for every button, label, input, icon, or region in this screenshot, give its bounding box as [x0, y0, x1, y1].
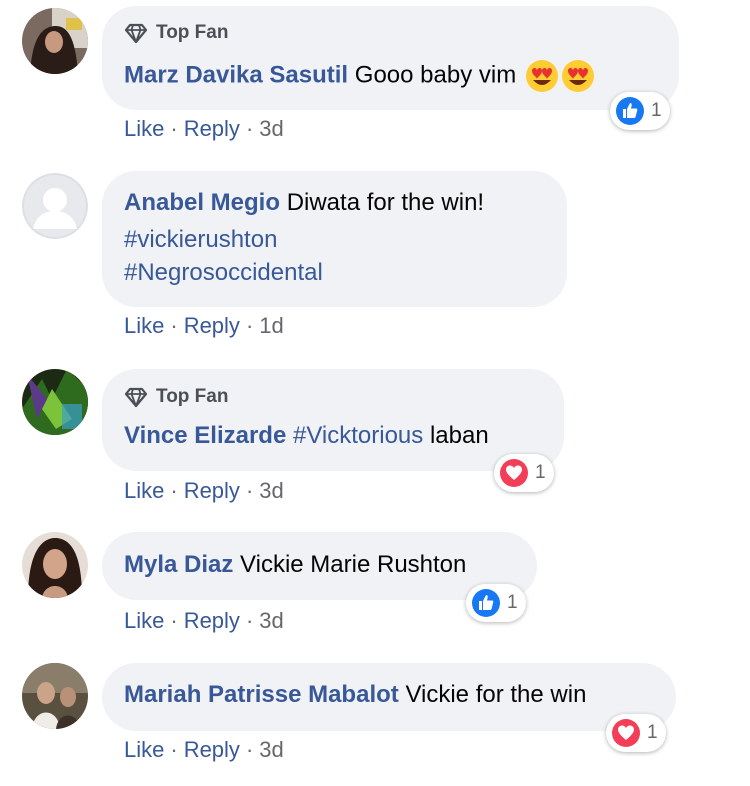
love-reaction-icon — [612, 719, 640, 747]
hashtag-link[interactable]: #vickierushton — [124, 225, 277, 255]
like-link[interactable]: Like — [124, 116, 164, 141]
separator: · — [170, 116, 178, 141]
heart-eyes-emoji-icon — [561, 60, 594, 92]
like-link[interactable]: Like — [124, 478, 164, 503]
reaction-count[interactable]: 1 — [610, 92, 670, 130]
like-link[interactable]: Like — [124, 608, 164, 633]
timestamp[interactable]: 3d — [259, 116, 283, 141]
separator: · — [245, 608, 254, 633]
separator: · — [170, 478, 178, 503]
separator: · — [245, 116, 254, 141]
separator: · — [170, 313, 178, 338]
reaction-number: 1 — [647, 722, 658, 743]
separator: · — [170, 608, 178, 633]
like-reaction-icon — [472, 589, 500, 617]
like-link[interactable]: Like — [124, 737, 164, 762]
author-name[interactable]: Vince Elizarde — [124, 422, 286, 449]
avatar[interactable] — [22, 369, 88, 435]
separator: · — [245, 313, 254, 338]
separator: · — [245, 737, 254, 762]
comment-body: Vince Elizarde #Vicktorious laban — [124, 421, 489, 451]
comment-body: Myla Diaz Vickie Marie Rushton — [124, 550, 466, 580]
avatar[interactable] — [22, 8, 88, 74]
comment-text: Gooo baby vim — [354, 61, 517, 89]
comment-actions: Like · Reply · 3d — [124, 116, 284, 142]
avatar[interactable] — [22, 532, 88, 598]
timestamp[interactable]: 3d — [259, 608, 283, 633]
reply-link[interactable]: Reply — [184, 313, 240, 338]
author-name[interactable]: Mariah Patrisse Mabalot — [124, 681, 399, 708]
reply-link[interactable]: Reply — [184, 116, 240, 141]
love-reaction-icon — [500, 459, 528, 487]
comment-body: Mariah Patrisse Mabalot Vickie for the w… — [124, 680, 586, 710]
comment-actions: Like · Reply · 1d — [124, 313, 284, 339]
reaction-count[interactable]: 1 — [466, 584, 526, 622]
reaction-number: 1 — [535, 462, 546, 483]
timestamp[interactable]: 1d — [259, 313, 283, 338]
hashtag-link[interactable]: #Vicktorious — [293, 422, 423, 449]
top-fan-badge: Top Fan — [124, 385, 228, 409]
timestamp[interactable]: 3d — [259, 737, 283, 762]
heart-eyes-emoji-icon — [525, 60, 558, 92]
reply-link[interactable]: Reply — [184, 737, 240, 762]
avatar[interactable] — [22, 173, 88, 239]
top-fan-label: Top Fan — [156, 22, 229, 43]
comment-text: Vickie Marie Rushton — [240, 551, 467, 578]
like-reaction-icon — [616, 97, 644, 125]
reaction-number: 1 — [507, 592, 518, 613]
author-name[interactable]: Anabel Megio — [124, 189, 280, 216]
diamond-icon — [124, 387, 148, 408]
timestamp[interactable]: 3d — [259, 478, 283, 503]
reply-link[interactable]: Reply — [184, 478, 240, 503]
comment-body: Anabel Megio Diwata for the win! — [124, 188, 484, 218]
comment-text: Vickie for the win — [405, 681, 587, 708]
like-link[interactable]: Like — [124, 313, 164, 338]
reaction-count[interactable]: 1 — [606, 714, 666, 752]
reaction-count[interactable]: 1 — [494, 454, 554, 492]
author-name[interactable]: Myla Diaz — [124, 551, 233, 578]
comment-actions: Like · Reply · 3d — [124, 478, 284, 504]
top-fan-label: Top Fan — [156, 386, 229, 407]
top-fan-badge: Top Fan — [124, 21, 228, 45]
comment-body: Marz Davika Sasutil Gooo baby vim — [124, 59, 595, 93]
separator: · — [245, 478, 254, 503]
comment-text: Diwata for the win! — [286, 189, 485, 216]
author-name[interactable]: Marz Davika Sasutil — [124, 61, 348, 88]
default-profile-icon — [22, 173, 88, 239]
diamond-icon — [124, 23, 148, 44]
comment-actions: Like · Reply · 3d — [124, 608, 284, 634]
comment-actions: Like · Reply · 3d — [124, 737, 284, 763]
hashtag-link[interactable]: #Negrosoccidental — [124, 258, 323, 288]
avatar[interactable] — [22, 663, 88, 729]
reaction-number: 1 — [651, 100, 662, 121]
comment-text: laban — [429, 422, 489, 449]
reply-link[interactable]: Reply — [184, 608, 240, 633]
separator: · — [170, 737, 178, 762]
